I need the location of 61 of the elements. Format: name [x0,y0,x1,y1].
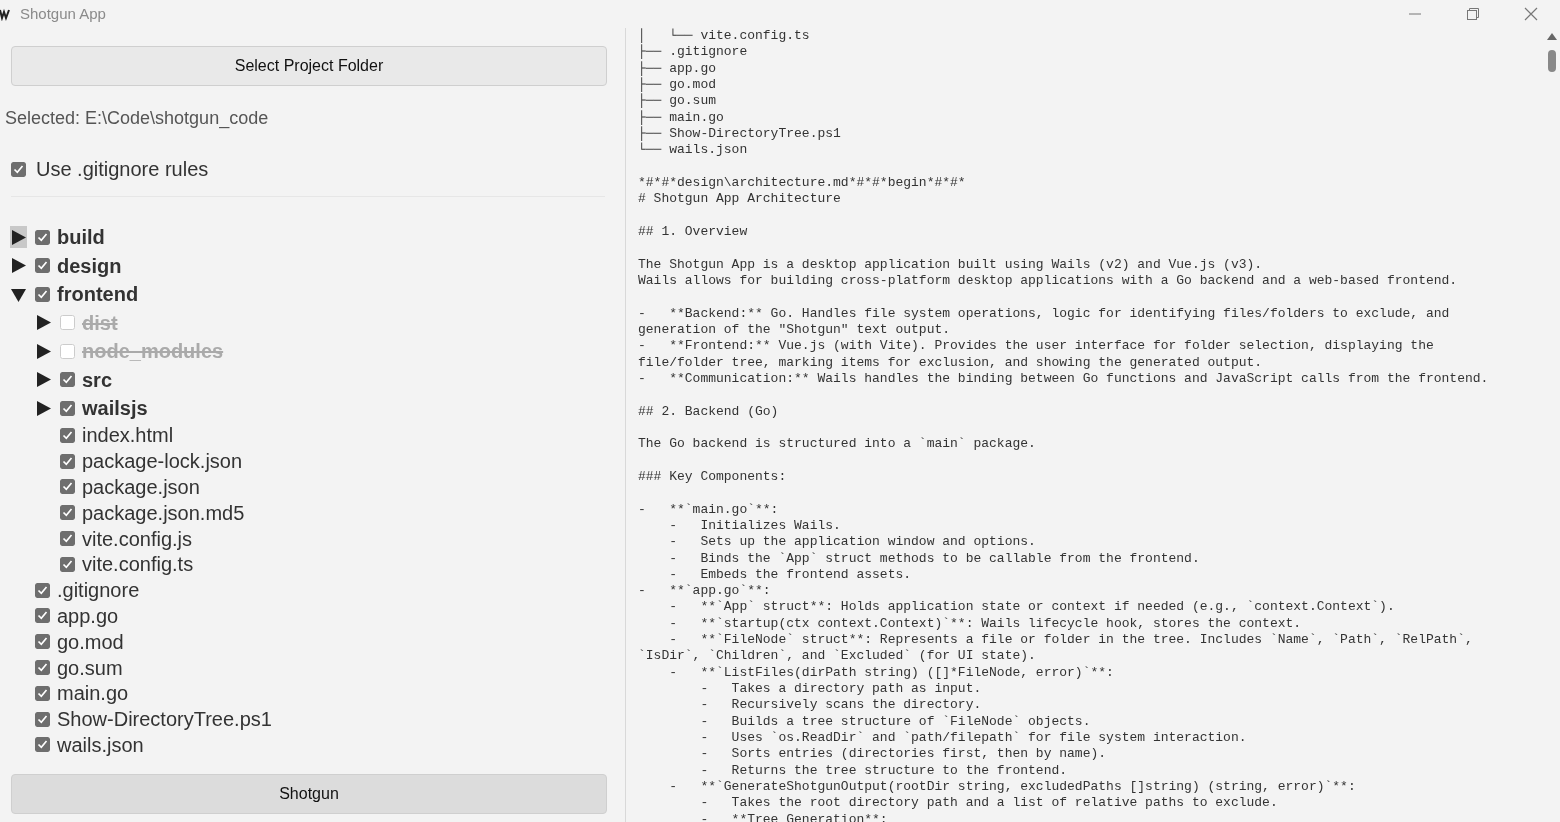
output-text: │ └── vite.config.ts ├── .gitignore ├── app.go ├── go.mod ├── go.sum ├── main.go ├── Show-DirectoryTree.ps1 └── wails.json [638,28,841,159]
checkbox[interactable] [35,660,50,676]
checkbox[interactable] [60,453,75,469]
checkbox[interactable] [60,427,75,443]
folder-name: design [57,253,122,279]
scrollbar-thumb[interactable] [1547,50,1556,72]
checkbox[interactable] [35,258,50,274]
checkbox[interactable] [60,343,75,359]
output-text: The Go backend is structured into a `main` package. [638,436,1036,453]
expand-toggle[interactable] [10,226,27,249]
checkbox[interactable] [60,531,75,547]
checkbox[interactable] [60,505,75,521]
checkbox[interactable] [60,400,75,416]
close-icon[interactable] [1524,7,1538,21]
folder-name: node_modules [82,339,224,365]
checkbox[interactable] [35,229,50,245]
checkbox[interactable] [35,634,50,650]
output-text: - **Backend:** Go. Handles file system operations, logic for identifying files/folders to exclude, and generation of the "Shotgun" text output. - **Frontend:** Vue.js (with Vite). Provides the user interface for folder selection, displaying the file/folder tree, marking items for exclusion, and showing the generated output. - **Communication:** Wails handles the binding between Go functions and JavaScript calls from the frontend. [638,305,1489,388]
folder-name: wailsjs [82,396,148,422]
file-name: main.go [57,681,129,707]
shotgun-button[interactable]: Shotgun [11,774,607,814]
checkbox[interactable] [60,315,75,331]
output-text: ## 2. Backend (Go) [638,403,779,420]
checkbox[interactable] [11,161,26,177]
file-name: wails.json [57,732,144,758]
file-name: vite.config.ts [82,552,194,578]
scroll-up-icon[interactable] [1546,32,1557,40]
checkbox[interactable] [35,608,50,624]
output-text: ### Key Components: [638,468,787,486]
output-text: ## 1. Overview [638,223,748,241]
file-name: app.go [57,604,119,629]
file-name: package.json.md5 [82,500,245,526]
file-name: package-lock.json [82,449,243,475]
file-name: index.html [82,423,174,449]
window-title: Shotgun App [20,3,106,24]
file-name: go.sum [57,655,123,681]
checkbox[interactable] [35,286,50,302]
checkbox[interactable] [60,372,75,388]
output-text: - **`main.go`**: - Initializes Wails. - Sets up the application window and options. - Binds the `App` struct methods to be callable from the frontend. - Embeds the frontend assets. - **`app.go`**: - **`App` struct**: Holds application state or context if needed (e.g., `context.Context`). - **`startup(ctx context.Context)`**: Wails lifecycle hook, stores the context. - **`FileNode` struct**: Represents a file or folder in the tree. Includes `Name`, `Path`, `RelPath`, `IsDir`, `Children`, and `Excluded` (for UI state). - **`ListFiles(dirPath string) ([]*FileNode, error)`**: - Takes a directory path as input. - Recursively scans the directory. - Builds a tree structure of `FileNode` objects. - Uses `os.ReadDir` and `path/filepath` for file system interaction. - Sorts entries (directories first, then by name). - Returns the tree structure to the frontend. - **`GenerateShotgunOutput(rootDir string, excludedPaths []string) (string, error)`**: - Takes the root directory path and a list of relative paths to exclude. - **Tree Generation**: [638,501,1473,822]
checkbox[interactable] [35,711,50,727]
folder-name: frontend [57,282,139,308]
select-folder-button[interactable]: Select Project Folder [11,46,607,86]
file-name: go.mod [57,629,124,655]
checkbox[interactable] [60,556,75,572]
selected-path: Selected: E:\Code\shotgun_code [5,107,270,131]
file-name: package.json [82,475,200,500]
app-logo-icon [0,7,10,21]
file-name: .gitignore [57,578,140,604]
restore-icon[interactable] [1467,8,1479,20]
checkbox[interactable] [60,479,75,495]
folder-name: dist [82,310,118,336]
folder-name: build [57,225,105,251]
checkbox-label: Use .gitignore rules [36,157,209,182]
output-text: The Shotgun App is a desktop application built using Wails (v2) and Vue.js (v3). Wails allows for building cross-platform desktop applications with a Go backend and a web-based frontend. [638,256,1458,290]
folder-name: src [82,367,113,393]
checkbox[interactable] [35,737,50,753]
file-name: vite.config.js [82,526,193,552]
checkbox[interactable] [35,582,50,598]
checkbox[interactable] [35,685,50,701]
file-name: Show-DirectoryTree.ps1 [57,707,272,733]
output-text: *#*#*design\architecture.md*#*#*begin*#*#* # Shotgun App Architecture [638,174,966,208]
